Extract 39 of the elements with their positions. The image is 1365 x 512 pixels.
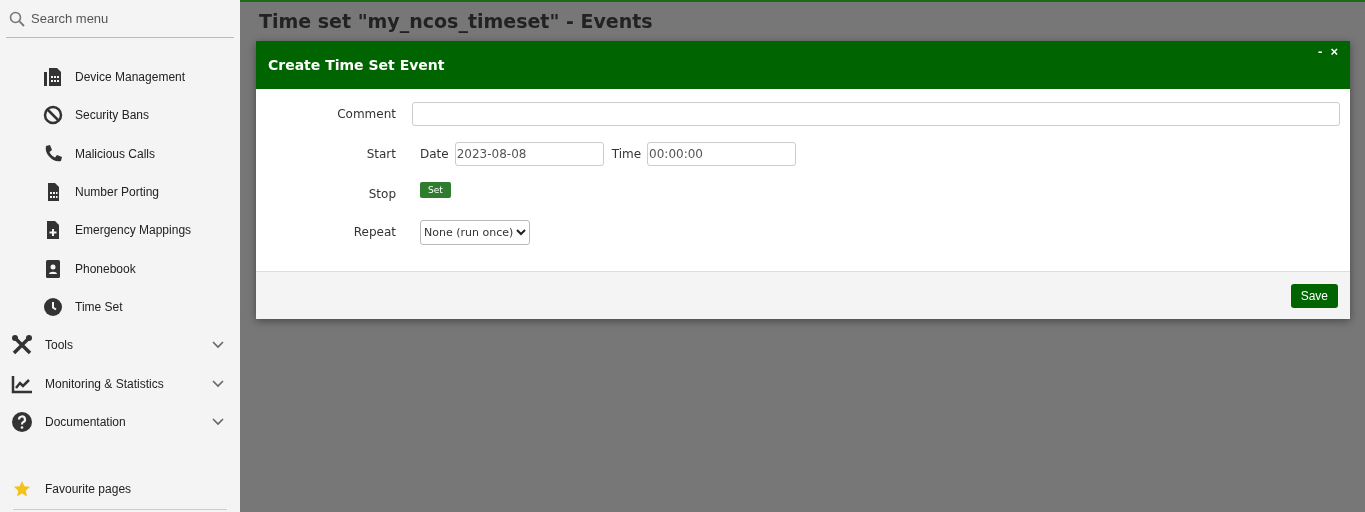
menu-item[interactable]: Monitoring & Statistics: [0, 364, 240, 403]
page-title: Time set "my_ncos_timeset" - Events: [258, 9, 654, 33]
field-label: Repeat: [352, 225, 396, 239]
menu-item[interactable]: Tools: [0, 326, 240, 365]
contact-book-icon: [43, 258, 63, 279]
menu-item[interactable]: Time Set: [8, 287, 234, 327]
time-input[interactable]: 00:00:00: [647, 142, 797, 166]
minimize-button[interactable]: -: [1316, 45, 1325, 59]
menu-item[interactable]: Phonebook: [8, 249, 234, 288]
field-label: Start: [365, 147, 396, 161]
ban-icon: [43, 105, 63, 126]
phone-icon: [43, 143, 63, 164]
comment-input[interactable]: [412, 102, 1340, 126]
menu-item[interactable]: Security Bans: [8, 96, 234, 135]
search-field[interactable]: Search menu: [31, 11, 211, 26]
star-icon: [13, 479, 31, 498]
menu-item[interactable]: Device Management: [8, 58, 234, 97]
clock-icon: [43, 296, 63, 317]
set-button[interactable]: Set: [420, 182, 451, 198]
tools-icon: [11, 334, 33, 357]
menu-item[interactable]: Malicious Calls: [8, 134, 234, 173]
menu-item[interactable]: Number Porting: [8, 172, 234, 212]
help-icon: [11, 410, 33, 433]
field-label: Comment: [336, 107, 396, 121]
repeat-select[interactable]: None (run once): [420, 219, 531, 245]
favourite-pages-item[interactable]: Favourite pages: [0, 478, 240, 499]
menu-item[interactable]: Documentation: [0, 402, 240, 441]
date-input[interactable]: 2023-08-08: [454, 142, 604, 166]
close-button[interactable]: ×: [1328, 45, 1340, 59]
chart-icon: [11, 373, 33, 394]
fax-icon: [43, 67, 63, 88]
field-label: Time: [611, 147, 642, 161]
field-label: Date: [420, 147, 449, 161]
menu-item[interactable]: Emergency Mappings: [8, 211, 234, 250]
dialog-title: Create Time Set Event: [268, 57, 445, 73]
save-button[interactable]: Save: [1290, 283, 1338, 308]
field-label: Stop: [367, 187, 396, 201]
chevron-icon: [516, 228, 527, 236]
search-icon: [9, 10, 25, 27]
